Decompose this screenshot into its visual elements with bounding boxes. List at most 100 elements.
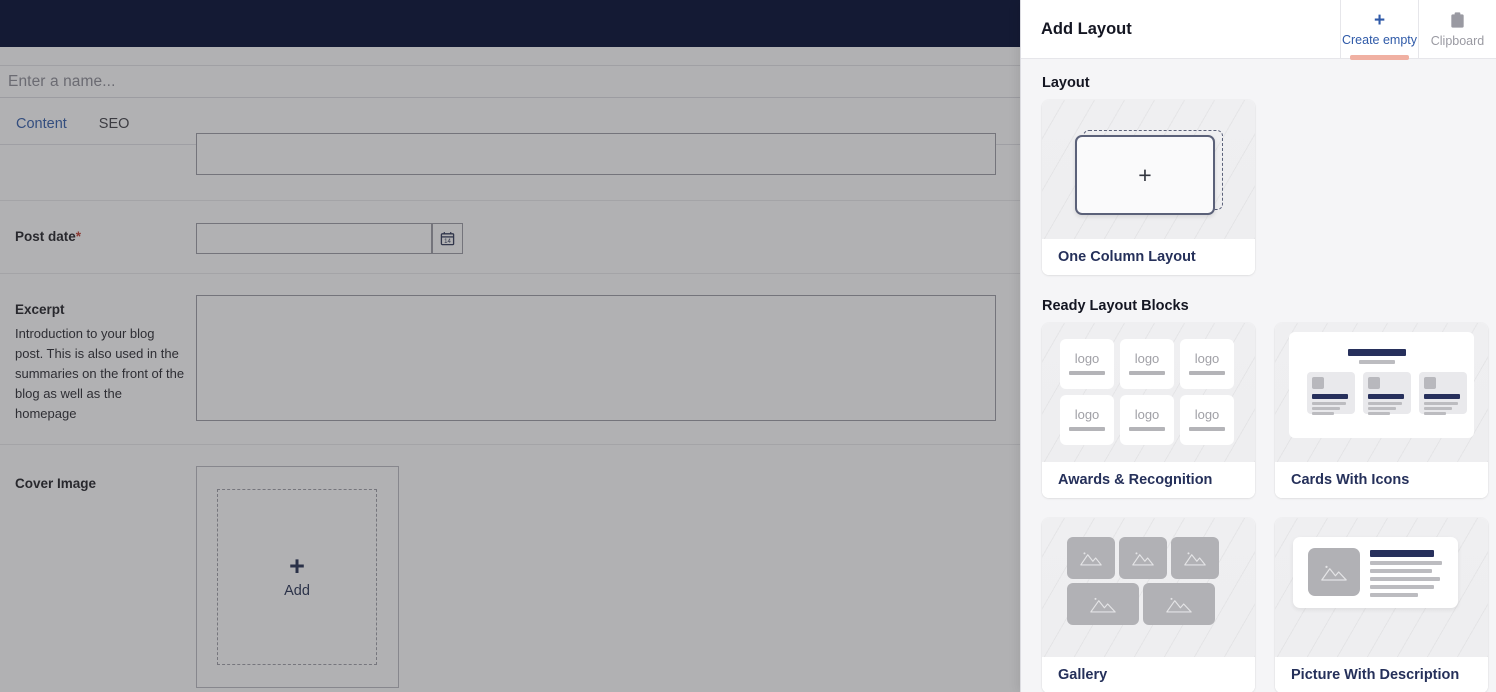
icon-placeholder bbox=[1312, 377, 1324, 389]
gallery-tiles bbox=[1067, 537, 1219, 625]
ready-blocks-card-grid: logo logo logo logo logo logo Awards & R… bbox=[1042, 323, 1488, 692]
gallery-row bbox=[1067, 583, 1219, 625]
card-text-bar bbox=[1312, 412, 1334, 415]
picture-with-description-thumbnail bbox=[1275, 518, 1488, 657]
tab-seo[interactable]: SEO bbox=[83, 98, 146, 149]
image-icon bbox=[1184, 552, 1206, 566]
section-title-ready-layout-blocks: Ready Layout Blocks bbox=[1042, 298, 1189, 314]
card-text-bar bbox=[1368, 412, 1390, 415]
partial-field-input[interactable] bbox=[196, 133, 996, 175]
tab-clipboard-label: Clipboard bbox=[1430, 33, 1485, 48]
plus-icon: + bbox=[1138, 162, 1152, 188]
one-column-thumbnail: + bbox=[1042, 100, 1255, 239]
layout-card-picture-with-description[interactable]: Picture With Description bbox=[1275, 518, 1488, 692]
logo-text: logo bbox=[1134, 407, 1160, 422]
card-text-bar bbox=[1312, 402, 1346, 405]
panel-header: Add Layout + Create empty Clipboard bbox=[1021, 0, 1496, 60]
post-date-input[interactable] bbox=[196, 223, 432, 254]
excerpt-textarea[interactable] bbox=[196, 295, 996, 421]
logo-underline bbox=[1189, 427, 1225, 431]
image-icon bbox=[1321, 565, 1347, 581]
heading-bar bbox=[1370, 550, 1434, 557]
solid-placeholder-rect: + bbox=[1075, 135, 1215, 215]
gallery-thumbnail bbox=[1042, 518, 1255, 657]
image-icon bbox=[1090, 597, 1116, 613]
logo-text: logo bbox=[1074, 351, 1100, 366]
cover-image-add-button[interactable]: + Add bbox=[217, 489, 377, 665]
card-title-bar bbox=[1368, 394, 1404, 399]
layout-card-one-column[interactable]: + One Column Layout bbox=[1042, 100, 1255, 275]
post-date-required-marker: * bbox=[75, 229, 82, 244]
description-lines bbox=[1370, 550, 1442, 597]
card-title-bar bbox=[1312, 394, 1348, 399]
icon-placeholder bbox=[1368, 377, 1380, 389]
excerpt-label-text: Excerpt bbox=[15, 302, 65, 317]
image-tile bbox=[1067, 583, 1139, 625]
tab-clipboard[interactable]: Clipboard bbox=[1418, 0, 1496, 58]
icon-placeholder bbox=[1424, 377, 1436, 389]
card-text-bar bbox=[1368, 402, 1402, 405]
logo-underline bbox=[1069, 371, 1105, 375]
logo-cell: logo bbox=[1120, 339, 1174, 389]
calendar-icon-button[interactable]: 14 bbox=[432, 223, 463, 254]
page-title: Add Layout bbox=[1041, 19, 1132, 38]
layout-card-label: Picture With Description bbox=[1275, 657, 1488, 692]
logo-text: logo bbox=[1134, 351, 1160, 366]
preview-cards-row bbox=[1307, 372, 1467, 415]
text-bar bbox=[1370, 561, 1442, 565]
logo-underline bbox=[1129, 371, 1165, 375]
image-icon bbox=[1166, 597, 1192, 613]
image-tile bbox=[1119, 537, 1167, 579]
image-tile bbox=[1171, 537, 1219, 579]
text-bar bbox=[1370, 577, 1440, 581]
preview-panel bbox=[1289, 332, 1474, 438]
layout-card-label: Cards With Icons bbox=[1275, 462, 1488, 498]
panel-scrollbar[interactable] bbox=[1491, 59, 1496, 692]
preview-card bbox=[1363, 372, 1411, 415]
entry-name-placeholder: Enter a name... bbox=[8, 72, 116, 90]
tab-content-label: Content bbox=[16, 116, 67, 132]
excerpt-label: Excerpt bbox=[15, 302, 65, 317]
cover-image-dropzone[interactable]: + Add bbox=[196, 466, 399, 688]
text-bar bbox=[1370, 593, 1418, 597]
logo-text: logo bbox=[1194, 407, 1220, 422]
layout-card-grid: + One Column Layout bbox=[1042, 100, 1475, 275]
card-text-bar bbox=[1424, 407, 1452, 410]
layout-card-cards-with-icons[interactable]: Cards With Icons bbox=[1275, 323, 1488, 498]
card-text-bar bbox=[1312, 407, 1340, 410]
layout-card-label: Gallery bbox=[1042, 657, 1255, 692]
card-text-bar bbox=[1368, 407, 1396, 410]
logo-text: logo bbox=[1074, 407, 1100, 422]
logo-cell: logo bbox=[1120, 395, 1174, 445]
gallery-row bbox=[1067, 537, 1219, 579]
logo-underline bbox=[1189, 371, 1225, 375]
post-date-label-text: Post date bbox=[15, 229, 76, 244]
text-bar bbox=[1370, 585, 1434, 589]
logo-underline bbox=[1129, 427, 1165, 431]
logo-cell: logo bbox=[1060, 395, 1114, 445]
logo-cell: logo bbox=[1060, 339, 1114, 389]
preview-subheading-bar bbox=[1359, 360, 1395, 364]
layout-card-label: Awards & Recognition bbox=[1042, 462, 1255, 498]
tab-create-empty[interactable]: + Create empty bbox=[1340, 0, 1418, 60]
logo-underline bbox=[1069, 427, 1105, 431]
panel-body: Layout + One Column Layout Ready Layout … bbox=[1021, 59, 1496, 692]
layout-card-gallery[interactable]: Gallery bbox=[1042, 518, 1255, 692]
image-tile bbox=[1067, 537, 1115, 579]
card-title-bar bbox=[1424, 394, 1460, 399]
tab-content[interactable]: Content bbox=[0, 98, 83, 150]
tab-create-empty-label: Create empty bbox=[1341, 32, 1418, 47]
cover-image-add-label: Add bbox=[284, 583, 310, 599]
calendar-icon: 14 bbox=[440, 232, 455, 246]
image-tile bbox=[1143, 583, 1215, 625]
card-text-bar bbox=[1424, 402, 1458, 405]
plus-icon: + bbox=[289, 551, 305, 581]
awards-logo-grid: logo logo logo logo logo logo bbox=[1060, 339, 1234, 445]
svg-text:14: 14 bbox=[444, 239, 451, 245]
preview-panel bbox=[1293, 537, 1458, 608]
add-layout-panel: Add Layout + Create empty Clipboard Layo… bbox=[1020, 0, 1496, 692]
cover-image-label: Cover Image bbox=[15, 476, 96, 491]
layout-card-awards-recognition[interactable]: logo logo logo logo logo logo Awards & R… bbox=[1042, 323, 1255, 498]
plus-icon: + bbox=[1373, 9, 1386, 31]
logo-cell: logo bbox=[1180, 339, 1234, 389]
